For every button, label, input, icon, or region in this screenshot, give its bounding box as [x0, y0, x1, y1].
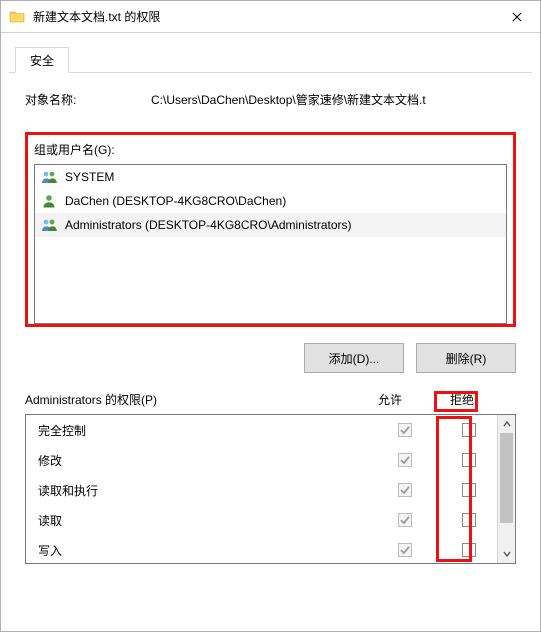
object-name-row: 对象名称: C:\Users\DaChen\Desktop\管家速修\新建文本文…	[25, 91, 516, 108]
deny-cell	[441, 543, 497, 557]
titlebar: 新建文本文档.txt 的权限	[1, 1, 540, 33]
permissions-scrollbar[interactable]	[497, 415, 515, 563]
permission-row: 完全控制	[26, 415, 497, 445]
allow-cell	[369, 453, 441, 467]
deny-checkbox[interactable]	[462, 453, 476, 467]
dialog-content: 安全 对象名称: C:\Users\DaChen\Desktop\管家速修\新建…	[1, 33, 540, 631]
permissions-title: Administrators 的权限(P)	[25, 391, 354, 408]
deny-cell	[441, 423, 497, 437]
principal-row[interactable]: Administrators (DESKTOP-4KG8CRO\Administ…	[35, 213, 506, 237]
groups-label: 组或用户名(G):	[34, 141, 507, 158]
permission-row: 读取	[26, 505, 497, 535]
permission-row: 修改	[26, 445, 497, 475]
permissions-scroll: 完全控制修改读取和执行读取写入	[26, 415, 497, 563]
tabstrip: 安全	[1, 33, 540, 73]
permission-row: 写入	[26, 535, 497, 563]
allow-cell	[369, 513, 441, 527]
groups-section-highlight: 组或用户名(G): SYSTEM DaChen (DESKTOP-4KG8CRO\…	[25, 132, 516, 327]
permissions-header: Administrators 的权限(P) 允许 拒绝	[25, 391, 516, 408]
remove-button-label: 删除(R)	[446, 352, 487, 366]
add-button[interactable]: 添加(D)...	[304, 343, 404, 373]
deny-checkbox[interactable]	[462, 483, 476, 497]
allow-checkbox	[398, 483, 412, 497]
deny-checkbox[interactable]	[462, 543, 476, 557]
permissions-table: 完全控制修改读取和执行读取写入	[25, 414, 516, 564]
allow-checkbox	[398, 513, 412, 527]
window-title: 新建文本文档.txt 的权限	[33, 8, 494, 25]
permissions-dialog: 新建文本文档.txt 的权限 安全 对象名称: C:\Users\DaChen\…	[0, 0, 541, 632]
permission-name: 读取	[26, 512, 369, 529]
permission-name: 完全控制	[26, 422, 369, 439]
deny-cell	[441, 453, 497, 467]
principal-row[interactable]: DaChen (DESKTOP-4KG8CRO\DaChen)	[35, 189, 506, 213]
allow-cell	[369, 543, 441, 557]
principal-row[interactable]: SYSTEM	[35, 165, 506, 189]
add-button-label: 添加(D)...	[329, 352, 380, 366]
principal-name: SYSTEM	[65, 170, 114, 184]
group-buttons-row: 添加(D)... 删除(R)	[25, 343, 516, 373]
allow-checkbox	[398, 543, 412, 557]
allow-checkbox	[398, 453, 412, 467]
principals-listbox[interactable]: SYSTEM DaChen (DESKTOP-4KG8CRO\DaChen) Adm…	[34, 164, 507, 324]
deny-checkbox[interactable]	[462, 513, 476, 527]
remove-button[interactable]: 删除(R)	[416, 343, 516, 373]
scroll-up-button[interactable]	[498, 415, 515, 433]
allow-checkbox	[398, 423, 412, 437]
permission-name: 修改	[26, 452, 369, 469]
principal-name: Administrators (DESKTOP-4KG8CRO\Administ…	[65, 218, 352, 232]
scroll-track[interactable]	[498, 433, 515, 545]
deny-cell	[441, 513, 497, 527]
scroll-down-button[interactable]	[498, 545, 515, 563]
tab-security[interactable]: 安全	[15, 47, 69, 73]
principal-name: DaChen (DESKTOP-4KG8CRO\DaChen)	[65, 194, 286, 208]
folder-icon	[9, 9, 25, 25]
scroll-thumb[interactable]	[500, 433, 513, 523]
deny-checkbox[interactable]	[462, 423, 476, 437]
allow-cell	[369, 423, 441, 437]
allow-column-header: 允许	[354, 391, 426, 408]
deny-cell	[441, 483, 497, 497]
permission-name: 读取和执行	[26, 482, 369, 499]
permissions-area: 完全控制修改读取和执行读取写入	[25, 414, 516, 564]
object-name-value: C:\Users\DaChen\Desktop\管家速修\新建文本文档.t	[151, 91, 516, 108]
close-button[interactable]	[494, 1, 540, 33]
tab-underline	[9, 72, 532, 73]
permission-row: 读取和执行	[26, 475, 497, 505]
object-name-label: 对象名称:	[25, 91, 151, 108]
deny-column-header: 拒绝	[426, 391, 498, 408]
allow-cell	[369, 483, 441, 497]
tab-security-label: 安全	[30, 52, 54, 69]
permission-name: 写入	[26, 542, 369, 559]
